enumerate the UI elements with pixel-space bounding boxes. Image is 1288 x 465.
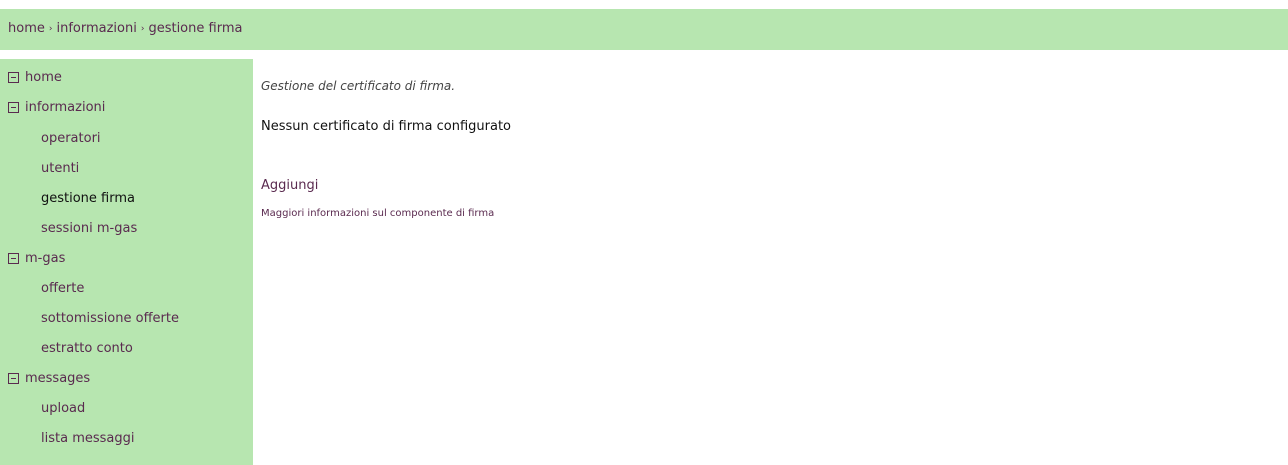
sidebar-item-sottomissione-offerte[interactable]: sottomissione offerte bbox=[41, 311, 179, 326]
breadcrumb-informazioni[interactable]: informazioni bbox=[56, 21, 136, 36]
sidebar-group-messages[interactable]: messages bbox=[8, 371, 90, 386]
breadcrumb-home[interactable]: home bbox=[8, 21, 45, 36]
breadcrumb-separator: › bbox=[48, 24, 53, 34]
signature-info-link[interactable]: Maggiori informazioni sul componente di … bbox=[261, 208, 494, 219]
collapse-icon[interactable] bbox=[8, 102, 19, 113]
sidebar-item-operatori[interactable]: operatori bbox=[41, 131, 101, 146]
collapse-icon[interactable] bbox=[8, 72, 19, 83]
sidebar-item-offerte[interactable]: offerte bbox=[41, 281, 84, 296]
sidebar-item-lista-messaggi[interactable]: lista messaggi bbox=[41, 431, 134, 446]
sidebar-item-sessioni-m-gas[interactable]: sessioni m-gas bbox=[41, 221, 137, 236]
sidebar-item-utenti[interactable]: utenti bbox=[41, 161, 79, 176]
sidebar-group-label: m-gas bbox=[25, 251, 66, 266]
breadcrumb: home › informazioni › gestione firma bbox=[8, 21, 242, 36]
collapse-icon[interactable] bbox=[8, 253, 19, 264]
sidebar-group-label: messages bbox=[25, 371, 91, 386]
sidebar-item-upload[interactable]: upload bbox=[41, 401, 85, 416]
sidebar-group-m-gas[interactable]: m-gas bbox=[8, 251, 65, 266]
sidebar-group-label: home bbox=[25, 70, 62, 85]
page-description: Gestione del certificato di firma. bbox=[261, 79, 456, 93]
sidebar-group-home[interactable]: home bbox=[8, 70, 62, 85]
sidebar: home informazioni operatori utenti gesti… bbox=[0, 59, 253, 465]
sidebar-group-informazioni[interactable]: informazioni bbox=[8, 100, 105, 115]
sidebar-item-estratto-conto[interactable]: estratto conto bbox=[41, 341, 133, 356]
sidebar-item-gestione-firma[interactable]: gestione firma bbox=[41, 191, 135, 206]
breadcrumb-current: gestione firma bbox=[148, 21, 243, 36]
collapse-icon[interactable] bbox=[8, 373, 19, 384]
certificate-status: Nessun certificato di firma configurato bbox=[261, 119, 512, 134]
sidebar-group-label: informazioni bbox=[25, 100, 106, 115]
breadcrumb-bar: home › informazioni › gestione firma bbox=[0, 9, 1288, 50]
add-certificate-link[interactable]: Aggiungi bbox=[261, 178, 318, 193]
breadcrumb-separator: › bbox=[140, 24, 145, 34]
